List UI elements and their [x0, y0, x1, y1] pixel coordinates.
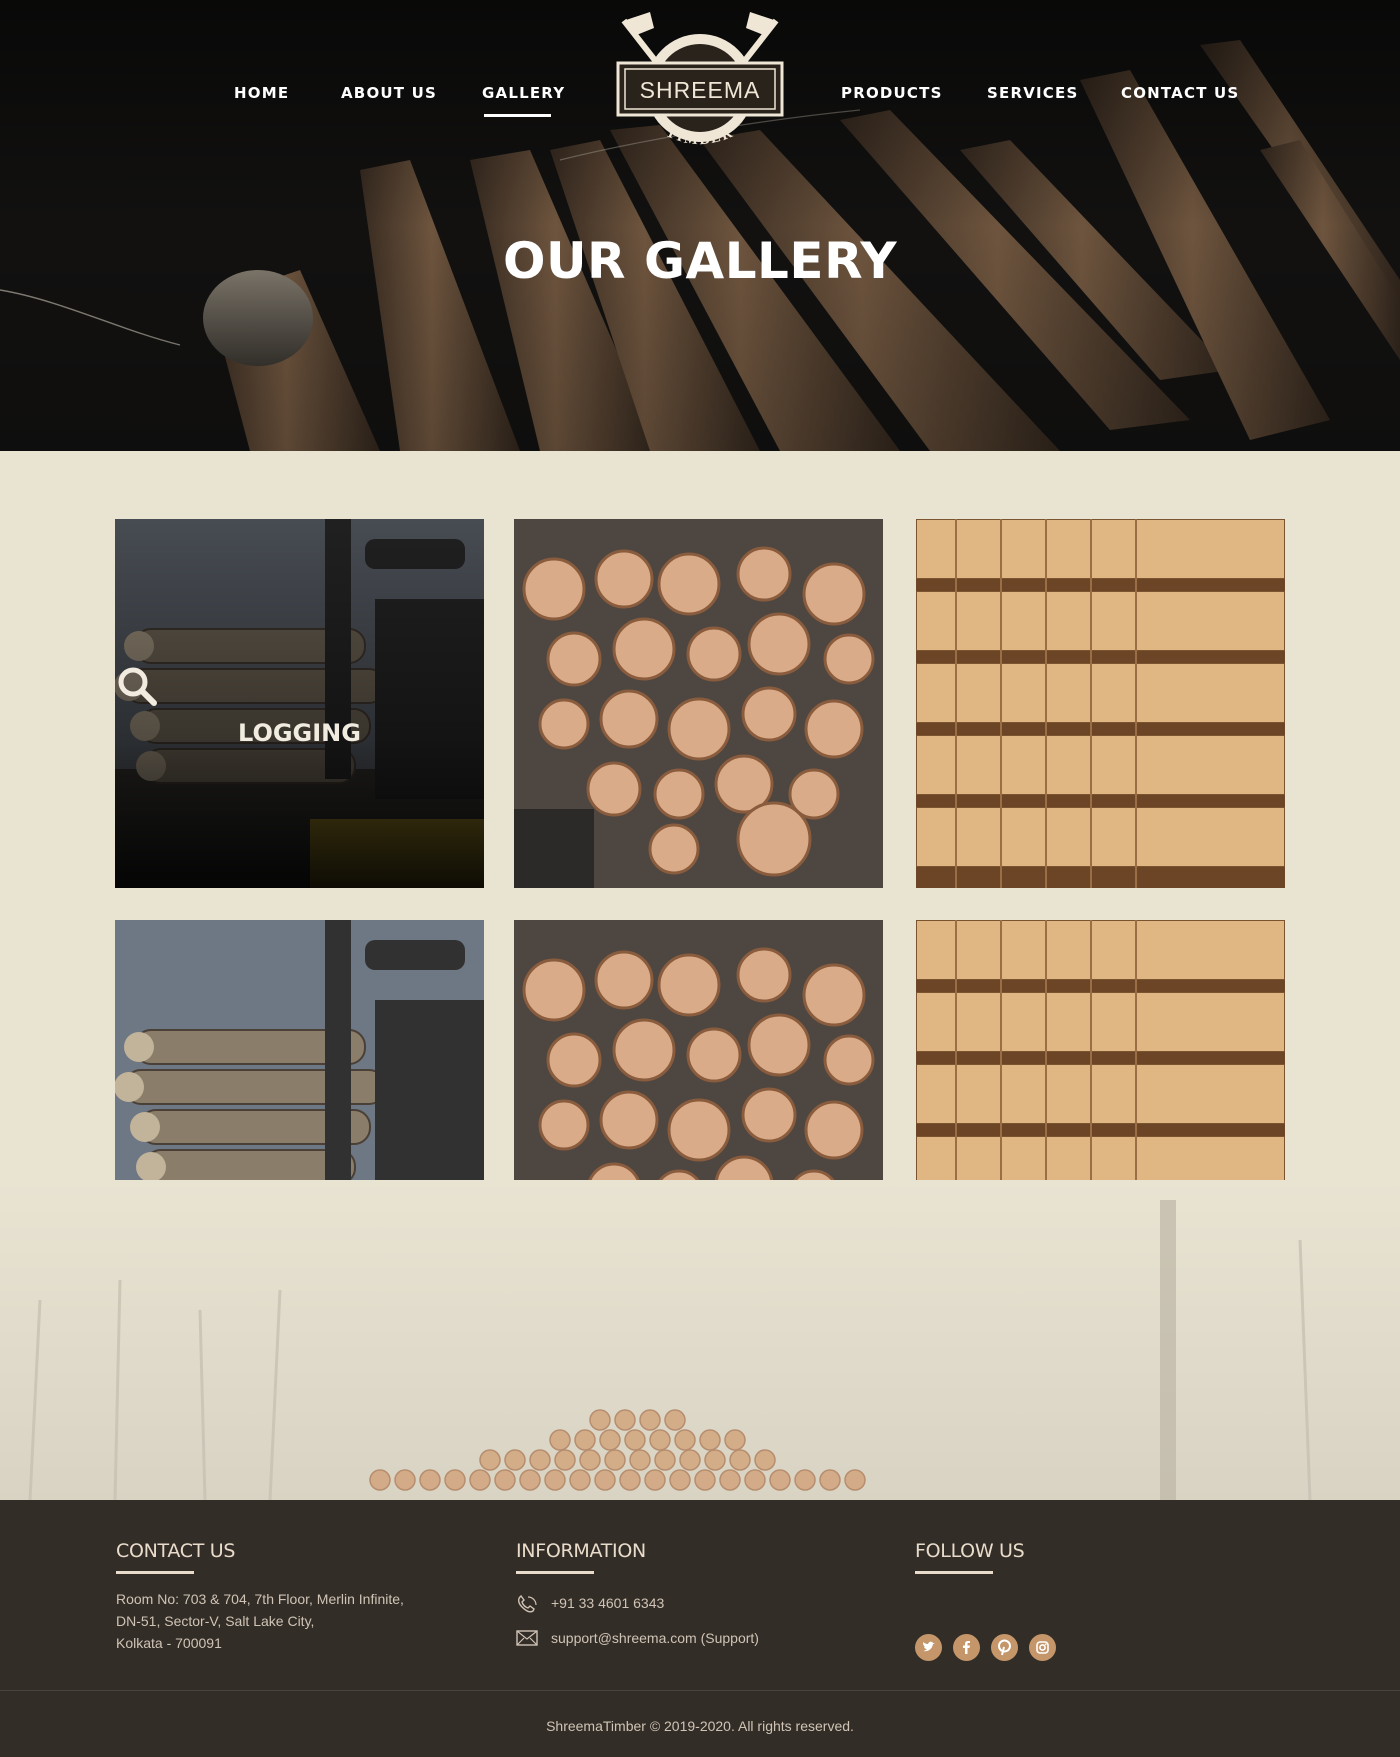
tile-hover-overlay [115, 519, 484, 888]
heading-underline [516, 1571, 594, 1574]
logo-emblem-icon: SHREEMA TIMBER [616, 12, 784, 148]
pinterest-icon[interactable] [991, 1634, 1018, 1661]
phone-number: +91 33 4601 6343 [551, 1595, 665, 1611]
site-footer: CONTACT US Room No: 703 & 704, 7th Floor… [0, 1500, 1400, 1757]
page-title: OUR GALLERY [502, 232, 898, 290]
footer-information-column: INFORMATION +91 33 4601 6343 support@shr… [516, 1540, 836, 1650]
gallery-tile-log-pile[interactable] [514, 519, 883, 888]
heading-underline [116, 1571, 194, 1574]
footer-phone[interactable]: +91 33 4601 6343 [516, 1594, 664, 1618]
shreema-timber-logo[interactable]: SHREEMA TIMBER [612, 8, 788, 164]
nav-products[interactable]: PRODUCTS [841, 84, 943, 102]
email-address: support@shreema.com (Support) [551, 1630, 759, 1646]
tile-caption: LOGGING [238, 719, 361, 747]
instagram-icon[interactable] [1029, 1634, 1056, 1661]
footer-divider [0, 1690, 1400, 1691]
twitter-icon[interactable] [915, 1634, 942, 1661]
footer-contact-column: CONTACT US Room No: 703 & 704, 7th Floor… [116, 1540, 456, 1654]
gallery-tile-lumber-stack[interactable] [916, 519, 1285, 888]
footer-information-heading: INFORMATION [516, 1540, 646, 1562]
foggy-forest-decoration [0, 1180, 1400, 1500]
footer-address: Room No: 703 & 704, 7th Floor, Merlin In… [116, 1588, 456, 1654]
footer-contact-heading: CONTACT US [116, 1540, 236, 1562]
nav-services[interactable]: SERVICES [987, 84, 1078, 102]
copyright-text: ShreemaTimber © 2019-2020. All rights re… [546, 1718, 854, 1734]
address-line: DN-51, Sector-V, Salt Lake City, [116, 1613, 315, 1629]
address-line: Room No: 703 & 704, 7th Floor, Merlin In… [116, 1591, 404, 1607]
footer-follow-heading: FOLLOW US [915, 1540, 1025, 1562]
nav-contact-us[interactable]: CONTACT US [1121, 84, 1239, 102]
gallery-tile-logging-truck[interactable]: LOGGING [115, 519, 484, 888]
facebook-icon[interactable] [953, 1634, 980, 1661]
nav-about-us[interactable]: ABOUT US [341, 84, 437, 102]
mail-icon [516, 1630, 538, 1646]
footer-follow-column: FOLLOW US [915, 1540, 1215, 1670]
hero-banner: HOME ABOUT US GALLERY PRODUCTS SERVICES … [0, 0, 1400, 451]
phone-icon [517, 1594, 537, 1613]
footer-email[interactable]: support@shreema.com (Support) [516, 1630, 759, 1649]
svg-text:SHREEMA: SHREEMA [640, 77, 761, 103]
address-line: Kolkata - 700091 [116, 1635, 222, 1651]
lumber-stack-image [916, 519, 1285, 888]
log-pile-image [514, 519, 883, 888]
nav-gallery[interactable]: GALLERY [482, 84, 565, 117]
gallery-grid: LOGGING [115, 519, 1285, 1289]
nav-home[interactable]: HOME [234, 84, 289, 102]
heading-underline [915, 1571, 993, 1574]
